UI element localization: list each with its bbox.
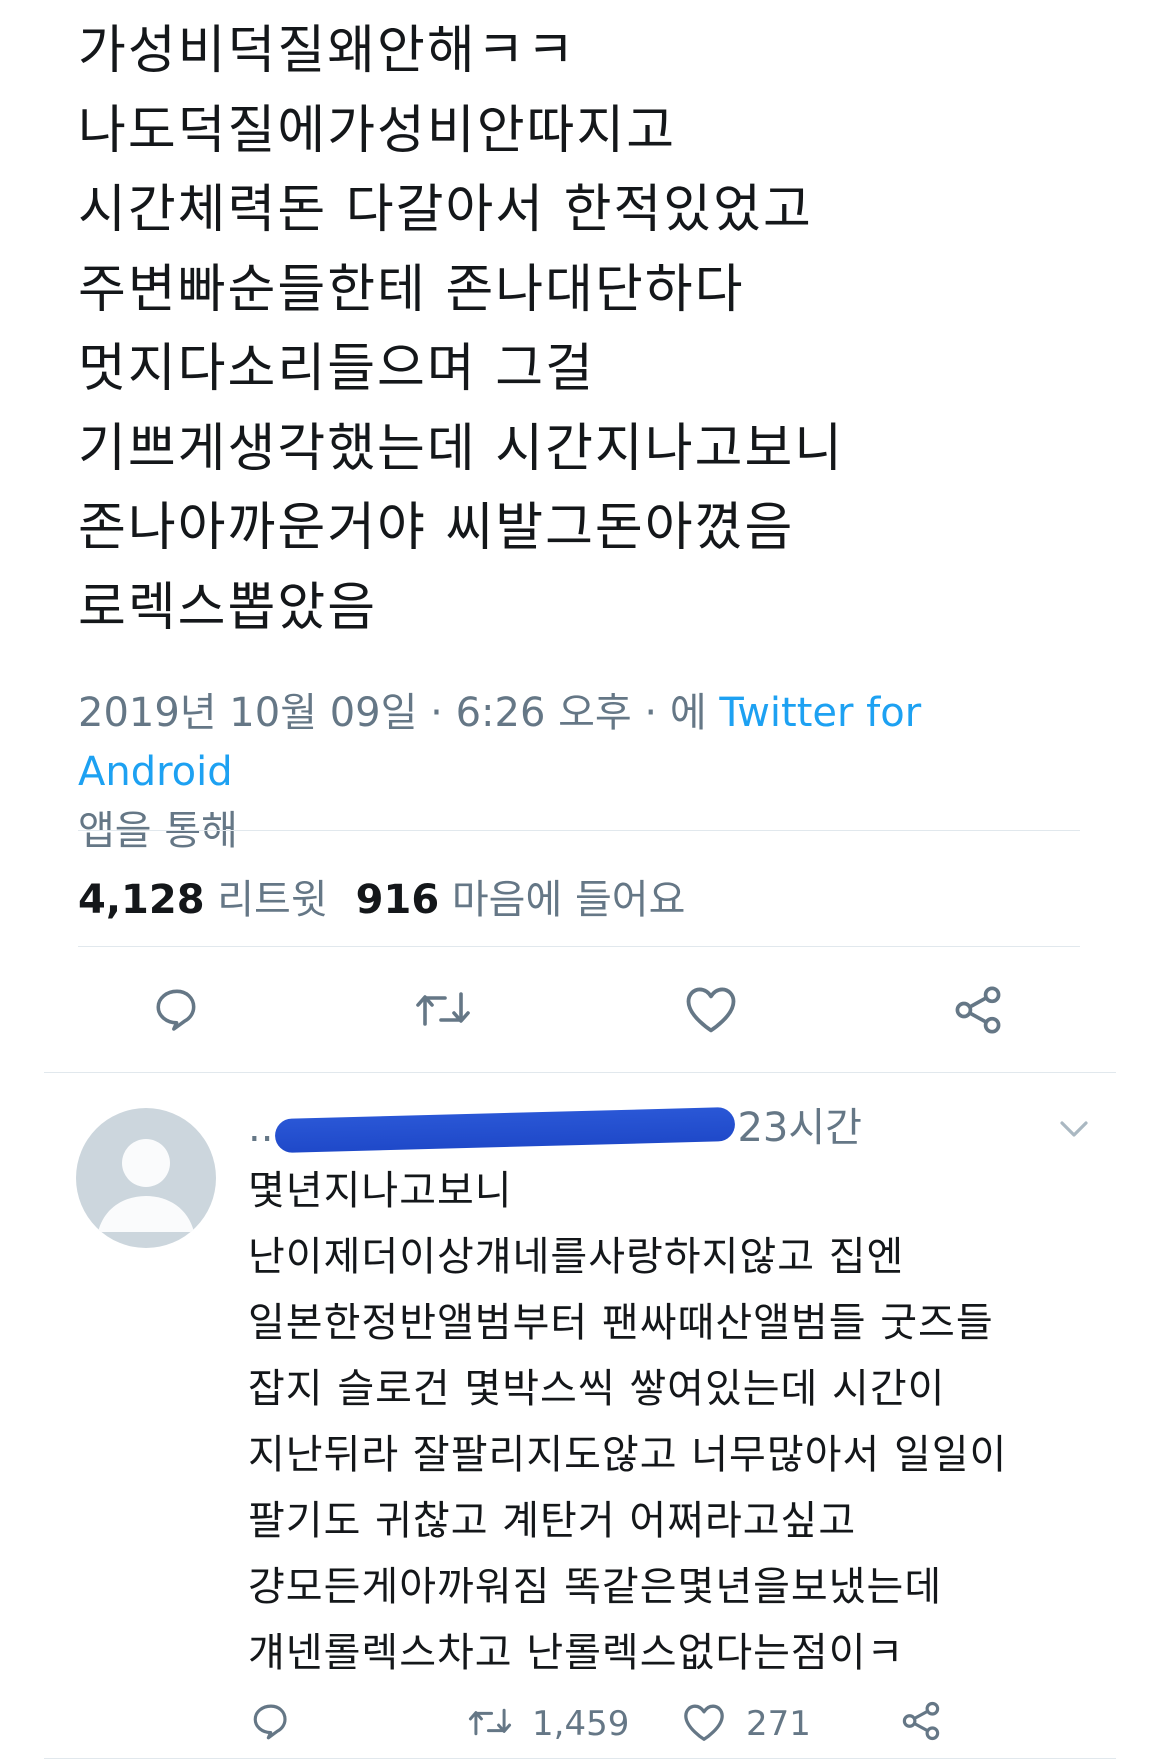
tweet-meta: 2019년 10월 09일 · 6:26 오후 · 에 Twitter for … [78,684,978,861]
retweet-icon[interactable] [413,986,473,1032]
tweet-text-line: 시간체력돈 다갈아서 한적있었고 [78,180,813,240]
retweet-icon[interactable] [466,1704,514,1740]
chevron-down-icon[interactable] [1058,1118,1090,1140]
default-avatar-icon[interactable] [76,1108,216,1248]
reply-retweet-count: 1,459 [532,1704,630,1744]
tweet-text-line: 멋지다소리들으며 그걸 [78,339,595,399]
reply-header: .. 23시간 [248,1100,862,1156]
retweet-count[interactable]: 4,128 [78,877,205,923]
reply-text-line: 걔넨롤렉스차고 난롤렉스없다는점이ㅋ [248,1630,905,1676]
heart-icon[interactable] [682,1702,726,1742]
share-icon[interactable] [900,1700,942,1742]
retweet-label[interactable]: 리트윗 [217,877,327,923]
reply-icon[interactable] [250,1700,292,1742]
reply-text-line: 몇년지나고보니 [248,1168,513,1214]
tweet-text-line: 주변빠순들한테 존나대단하다 [78,259,745,320]
divider [44,1072,1116,1073]
tweet-stats: 4,128 리트윗 916 마음에 들어요 [78,870,685,930]
tweet-text-line: 기쁘게생각했는데 시간지나고보니 [78,418,845,479]
tweet-text: 가성비덕질왜안해ㅋㅋ 나도덕질에가성비안따지고 시간체력돈 다갈아서 한적있었고… [78,12,1098,648]
reply-time: 23시간 [737,1105,862,1151]
redacted-username [275,1106,736,1154]
reply-like-count: 271 [746,1704,811,1744]
divider [78,830,1080,831]
divider [44,1758,1116,1759]
tweet-timestamp[interactable]: 2019년 10월 09일 · 6:26 오후 · 에 [78,690,719,736]
reply-icon[interactable] [152,984,202,1034]
reply-text-line: 난이제더이상걔네를사랑하지않고 집엔 [248,1234,905,1280]
reply-text-line: 잡지 슬로건 몇박스씩 쌓여있는데 시간이 [248,1366,946,1412]
share-icon[interactable] [952,984,1004,1036]
tweet-source-suffix: 앱을 통해 [78,808,238,854]
tweet-text-line: 존나아까운거야 씨발그돈아꼈음 [78,498,795,558]
reply-text-line: 걍모든게아까워짐 똑같은몇년을보냈는데 [248,1564,943,1610]
reply-text-line: 일본한정반앨범부터 팬싸때산앨범들 굿즈들 [248,1300,994,1346]
heart-icon[interactable] [684,984,738,1034]
reply-text-line: 팔기도 귀찮고 계탄거 어쩌라고싶고 [248,1498,857,1544]
reply-text-line: 지난뒤라 잘팔리지도않고 너무많아서 일일이 [248,1432,1008,1478]
reply-handle[interactable]: .. [248,1105,273,1151]
tweet-text-line: 나도덕질에가성비안따지고 [78,100,677,161]
like-count[interactable]: 916 [356,877,440,923]
divider [78,946,1080,947]
tweet-text-line: 로렉스뽑았음 [78,577,378,638]
tweet-text-line: 가성비덕질왜안해ㅋㅋ [78,21,577,81]
like-label[interactable]: 마음에 들어요 [452,877,686,923]
reply-text: 몇년지나고보니 난이제더이상걔네를사랑하지않고 집엔 일본한정반앨범부터 팬싸때… [248,1158,1128,1686]
